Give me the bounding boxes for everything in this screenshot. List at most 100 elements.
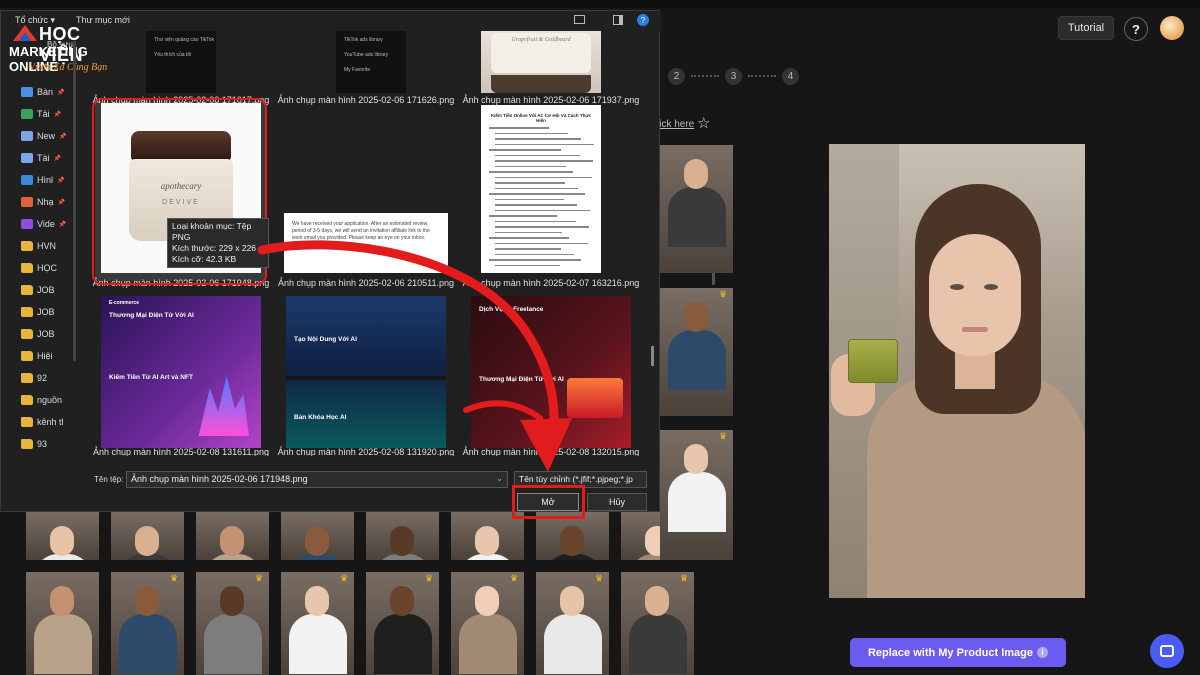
nav-item[interactable]: Bàn 📌 bbox=[21, 81, 77, 103]
avatar-head bbox=[390, 526, 414, 556]
avatar-thumbnail[interactable] bbox=[26, 572, 99, 675]
avatar-thumbnail[interactable]: ♛ bbox=[621, 572, 694, 675]
avatar-thumbnail[interactable] bbox=[451, 512, 524, 560]
avatar-thumbnail[interactable]: ♛ bbox=[196, 572, 269, 675]
folder-icon bbox=[21, 329, 33, 339]
avatar-body bbox=[204, 614, 262, 674]
filename-input[interactable]: Ảnh chụp màn hình 2025-02-06 171948.png … bbox=[126, 471, 508, 488]
mouth bbox=[962, 327, 988, 332]
nav-item[interactable]: Nhạ 📌 bbox=[21, 191, 77, 213]
navigation-pane: Bàn 📌 Tải 📌 New 📌 Tài 📌 Hìnl 📌 Nhạ 📌 Vide 📌 HVN HỌC JOB J… bbox=[21, 81, 77, 455]
thumb-heading: Kiếm Tiền Từ AI Art và NFT bbox=[109, 374, 193, 381]
nav-item-label: Bàn bbox=[37, 87, 54, 97]
premium-crown-icon: ♛ bbox=[719, 431, 728, 441]
pin-icon: 📌 bbox=[57, 177, 65, 184]
avatar-body bbox=[374, 614, 432, 674]
tooltip-size: Kích cỡ: 42.3 KB bbox=[172, 254, 237, 264]
neon-art bbox=[567, 378, 623, 418]
eye bbox=[950, 284, 964, 290]
avatar-thumbnail[interactable]: ♛ bbox=[536, 572, 609, 675]
folder-icon bbox=[21, 373, 33, 383]
nav-item[interactable]: Tải 📌 bbox=[21, 103, 77, 125]
click-here-link[interactable]: lick here bbox=[657, 119, 694, 130]
nav-item[interactable]: HVN bbox=[21, 235, 77, 257]
nav-item[interactable]: Hiệi bbox=[21, 345, 77, 367]
file-name: Ảnh chụp màn hình 2025-02-08 132015.png bbox=[462, 447, 640, 456]
step-2[interactable]: 2 bbox=[668, 67, 685, 85]
replace-product-image-button[interactable]: Replace with My Product Image i bbox=[850, 638, 1066, 667]
avatar-thumbnail[interactable]: ♛ bbox=[111, 572, 184, 675]
avatar-thumbnail[interactable]: ♛ bbox=[660, 288, 733, 416]
tooltip-dimensions: Kích thước: 229 x 226 bbox=[172, 243, 257, 253]
avatar-body bbox=[629, 614, 687, 674]
avatar-thumbnail[interactable] bbox=[26, 512, 99, 560]
thumb-heading: E-commerce bbox=[109, 300, 140, 306]
nav-item[interactable]: JOB bbox=[21, 301, 77, 323]
info-icon[interactable]: i bbox=[1037, 647, 1049, 658]
open-button-highlight bbox=[512, 485, 585, 519]
nav-item-label: JOB bbox=[37, 329, 55, 339]
nav-item[interactable]: 93 bbox=[21, 433, 77, 455]
chevron-down-icon[interactable]: ⌄ bbox=[496, 474, 503, 483]
avatar-body bbox=[119, 614, 177, 674]
nav-item[interactable]: JOB bbox=[21, 279, 77, 301]
nav-item[interactable]: kênh tl bbox=[21, 411, 77, 433]
thumb-heading: Bản Khóa Học AI bbox=[294, 414, 347, 421]
pin-icon: 📌 bbox=[58, 221, 67, 228]
file-scrollbar[interactable] bbox=[651, 346, 654, 366]
avatar-thumbnail[interactable] bbox=[536, 512, 609, 560]
top-bar bbox=[0, 0, 1200, 8]
nav-item[interactable]: Hìnl 📌 bbox=[21, 169, 77, 191]
download-icon bbox=[21, 109, 33, 119]
cancel-button[interactable]: Hủy bbox=[587, 493, 647, 511]
nav-item[interactable]: JOB bbox=[21, 323, 77, 345]
nav-item[interactable]: HỌC bbox=[21, 257, 77, 279]
file-item[interactable]: Dịch Vụ AI Freelance Thương Mại Điện Tử V… bbox=[461, 11, 641, 456]
avatar-body bbox=[544, 614, 602, 674]
file-thumbnail: Tạo Nội Dung Với AI Bản Khóa Học AI bbox=[286, 296, 446, 448]
folder-icon bbox=[21, 351, 33, 361]
tutorial-button[interactable]: Tutorial bbox=[1058, 16, 1114, 40]
star-icon[interactable]: ☆ bbox=[697, 114, 710, 132]
avatar-head bbox=[475, 586, 499, 616]
nav-item-label: HVN bbox=[37, 241, 57, 251]
nav-item-label: Nhạ bbox=[37, 197, 54, 207]
avatar-head bbox=[135, 526, 159, 556]
nav-item[interactable]: 92 bbox=[21, 367, 77, 389]
nav-scrollbar[interactable] bbox=[73, 41, 76, 361]
nav-item[interactable]: New 📌 bbox=[21, 125, 77, 147]
avatar-body bbox=[668, 330, 726, 390]
video-icon bbox=[21, 219, 33, 229]
avatar-thumbnail[interactable]: ♛ bbox=[660, 430, 733, 560]
avatar-thumbnail[interactable] bbox=[366, 512, 439, 560]
nav-item[interactable]: nguồn bbox=[21, 389, 77, 411]
thumb-heading: Dịch Vụ AI Freelance bbox=[479, 306, 544, 313]
step-4[interactable]: 4 bbox=[782, 67, 799, 85]
avatar-thumbnail[interactable]: ♛ bbox=[281, 572, 354, 675]
avatar-head bbox=[135, 586, 159, 616]
nav-item-label: Hiệi bbox=[37, 351, 53, 361]
premium-crown-icon: ♛ bbox=[510, 573, 519, 583]
nav-item-label: HỌC bbox=[37, 263, 57, 273]
avatar-thumbnail[interactable]: ♛ bbox=[366, 572, 439, 675]
avatar-head bbox=[305, 526, 329, 556]
folder-icon bbox=[21, 307, 33, 317]
nav-item-label: Tài bbox=[37, 153, 50, 163]
avatar-thumbnail[interactable] bbox=[660, 145, 733, 273]
avatar[interactable] bbox=[1160, 16, 1184, 40]
file-info-tooltip: Loại khoản mục: Tệp PNG Kích thước: 229 … bbox=[167, 218, 269, 268]
avatar-head bbox=[684, 302, 708, 332]
chat-support-button[interactable] bbox=[1150, 634, 1184, 668]
avatar-thumbnail[interactable] bbox=[196, 512, 269, 560]
help-button[interactable]: ? bbox=[1124, 17, 1148, 41]
nav-item[interactable]: Tài 📌 bbox=[21, 147, 77, 169]
avatar-thumbnail[interactable]: ♛ bbox=[451, 572, 524, 675]
nav-item-label: nguồn bbox=[37, 395, 63, 405]
file-item[interactable]: Tạo Nội Dung Với AI Bản Khóa Học AI Ảnh ch… bbox=[276, 11, 456, 456]
pin-icon: 📌 bbox=[57, 89, 65, 96]
avatar-head bbox=[305, 586, 329, 616]
avatar-thumbnail[interactable] bbox=[111, 512, 184, 560]
step-3[interactable]: 3 bbox=[725, 67, 742, 85]
avatar-thumbnail[interactable] bbox=[281, 512, 354, 560]
nav-item[interactable]: Vide 📌 bbox=[21, 213, 77, 235]
